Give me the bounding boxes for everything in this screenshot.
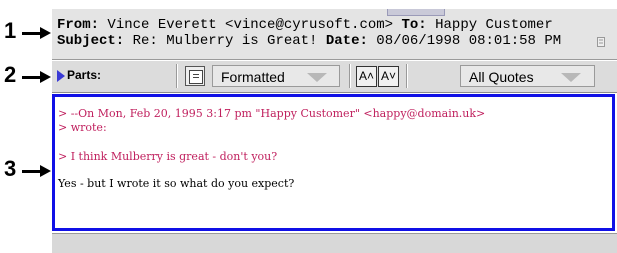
callout-arrow-head-icon [40,165,51,177]
toolbar-divider [176,64,177,88]
quoted-line: > I think Mulberry is great - don't you? [58,150,278,163]
to-value: Happy Customer [435,17,553,33]
message-body[interactable]: > --On Mon, Feb 20, 1995 3:17 pm "Happy … [52,94,615,231]
parts-label[interactable]: Parts: [67,68,101,82]
callout-arrow-shaft [22,76,42,79]
reply-line: Yes - but I wrote it so what do you expe… [58,177,295,190]
callout-3: 3 [0,156,51,182]
increase-font-button[interactable]: A˄ [356,66,377,87]
subject-value: Re: Mulberry is Great! [132,33,318,49]
to-label: To: [401,17,427,33]
header-tab-handle[interactable] [387,9,445,16]
callout-1: 1 [0,18,51,44]
callout-2: 2 [0,62,51,88]
format-view-button[interactable] [185,66,205,86]
parts-disclosure-triangle-icon[interactable] [57,70,65,82]
from-label: From: [57,17,100,33]
chevron-down-icon [307,73,327,82]
callout-number: 2 [4,62,17,87]
subject-label: Subject: [57,33,125,49]
callout-arrow-head-icon [40,27,51,39]
callout-number: 3 [4,156,17,181]
header-flag-icon[interactable] [597,37,605,47]
quotes-dropdown[interactable]: All Quotes [460,65,595,87]
from-value: Vince Everett <vince@cyrusoft.com> [107,17,394,33]
toolbar-divider [349,64,350,88]
format-dropdown[interactable]: Formatted [212,65,340,87]
header-subject-date-line: Subject: Re: Mulberry is Great! Date: 08… [57,33,561,49]
format-dropdown-value: Formatted [221,69,285,85]
document-icon [189,70,203,84]
callout-arrow-shaft [22,170,42,173]
message-header: From: Vince Everett <vince@cyrusoft.com>… [52,8,617,60]
quoted-line: > --On Mon, Feb 20, 1995 3:17 pm "Happy … [58,107,486,120]
status-strip [52,233,617,253]
date-value: 08/06/1998 08:01:58 PM [376,33,562,49]
quoted-line: > wrote: [58,121,107,134]
toolbar-divider [406,64,407,88]
message-toolbar: Parts: Formatted A˄ A˅ All Quotes [52,60,617,93]
chevron-down-icon [561,73,581,82]
decrease-font-button[interactable]: A˅ [378,66,399,87]
callout-arrow-shaft [22,32,42,35]
callout-arrow-head-icon [40,71,51,83]
date-label: Date: [325,33,368,49]
quotes-dropdown-value: All Quotes [469,69,534,85]
callout-number: 1 [4,18,17,43]
header-from-to-line: From: Vince Everett <vince@cyrusoft.com>… [57,17,553,33]
